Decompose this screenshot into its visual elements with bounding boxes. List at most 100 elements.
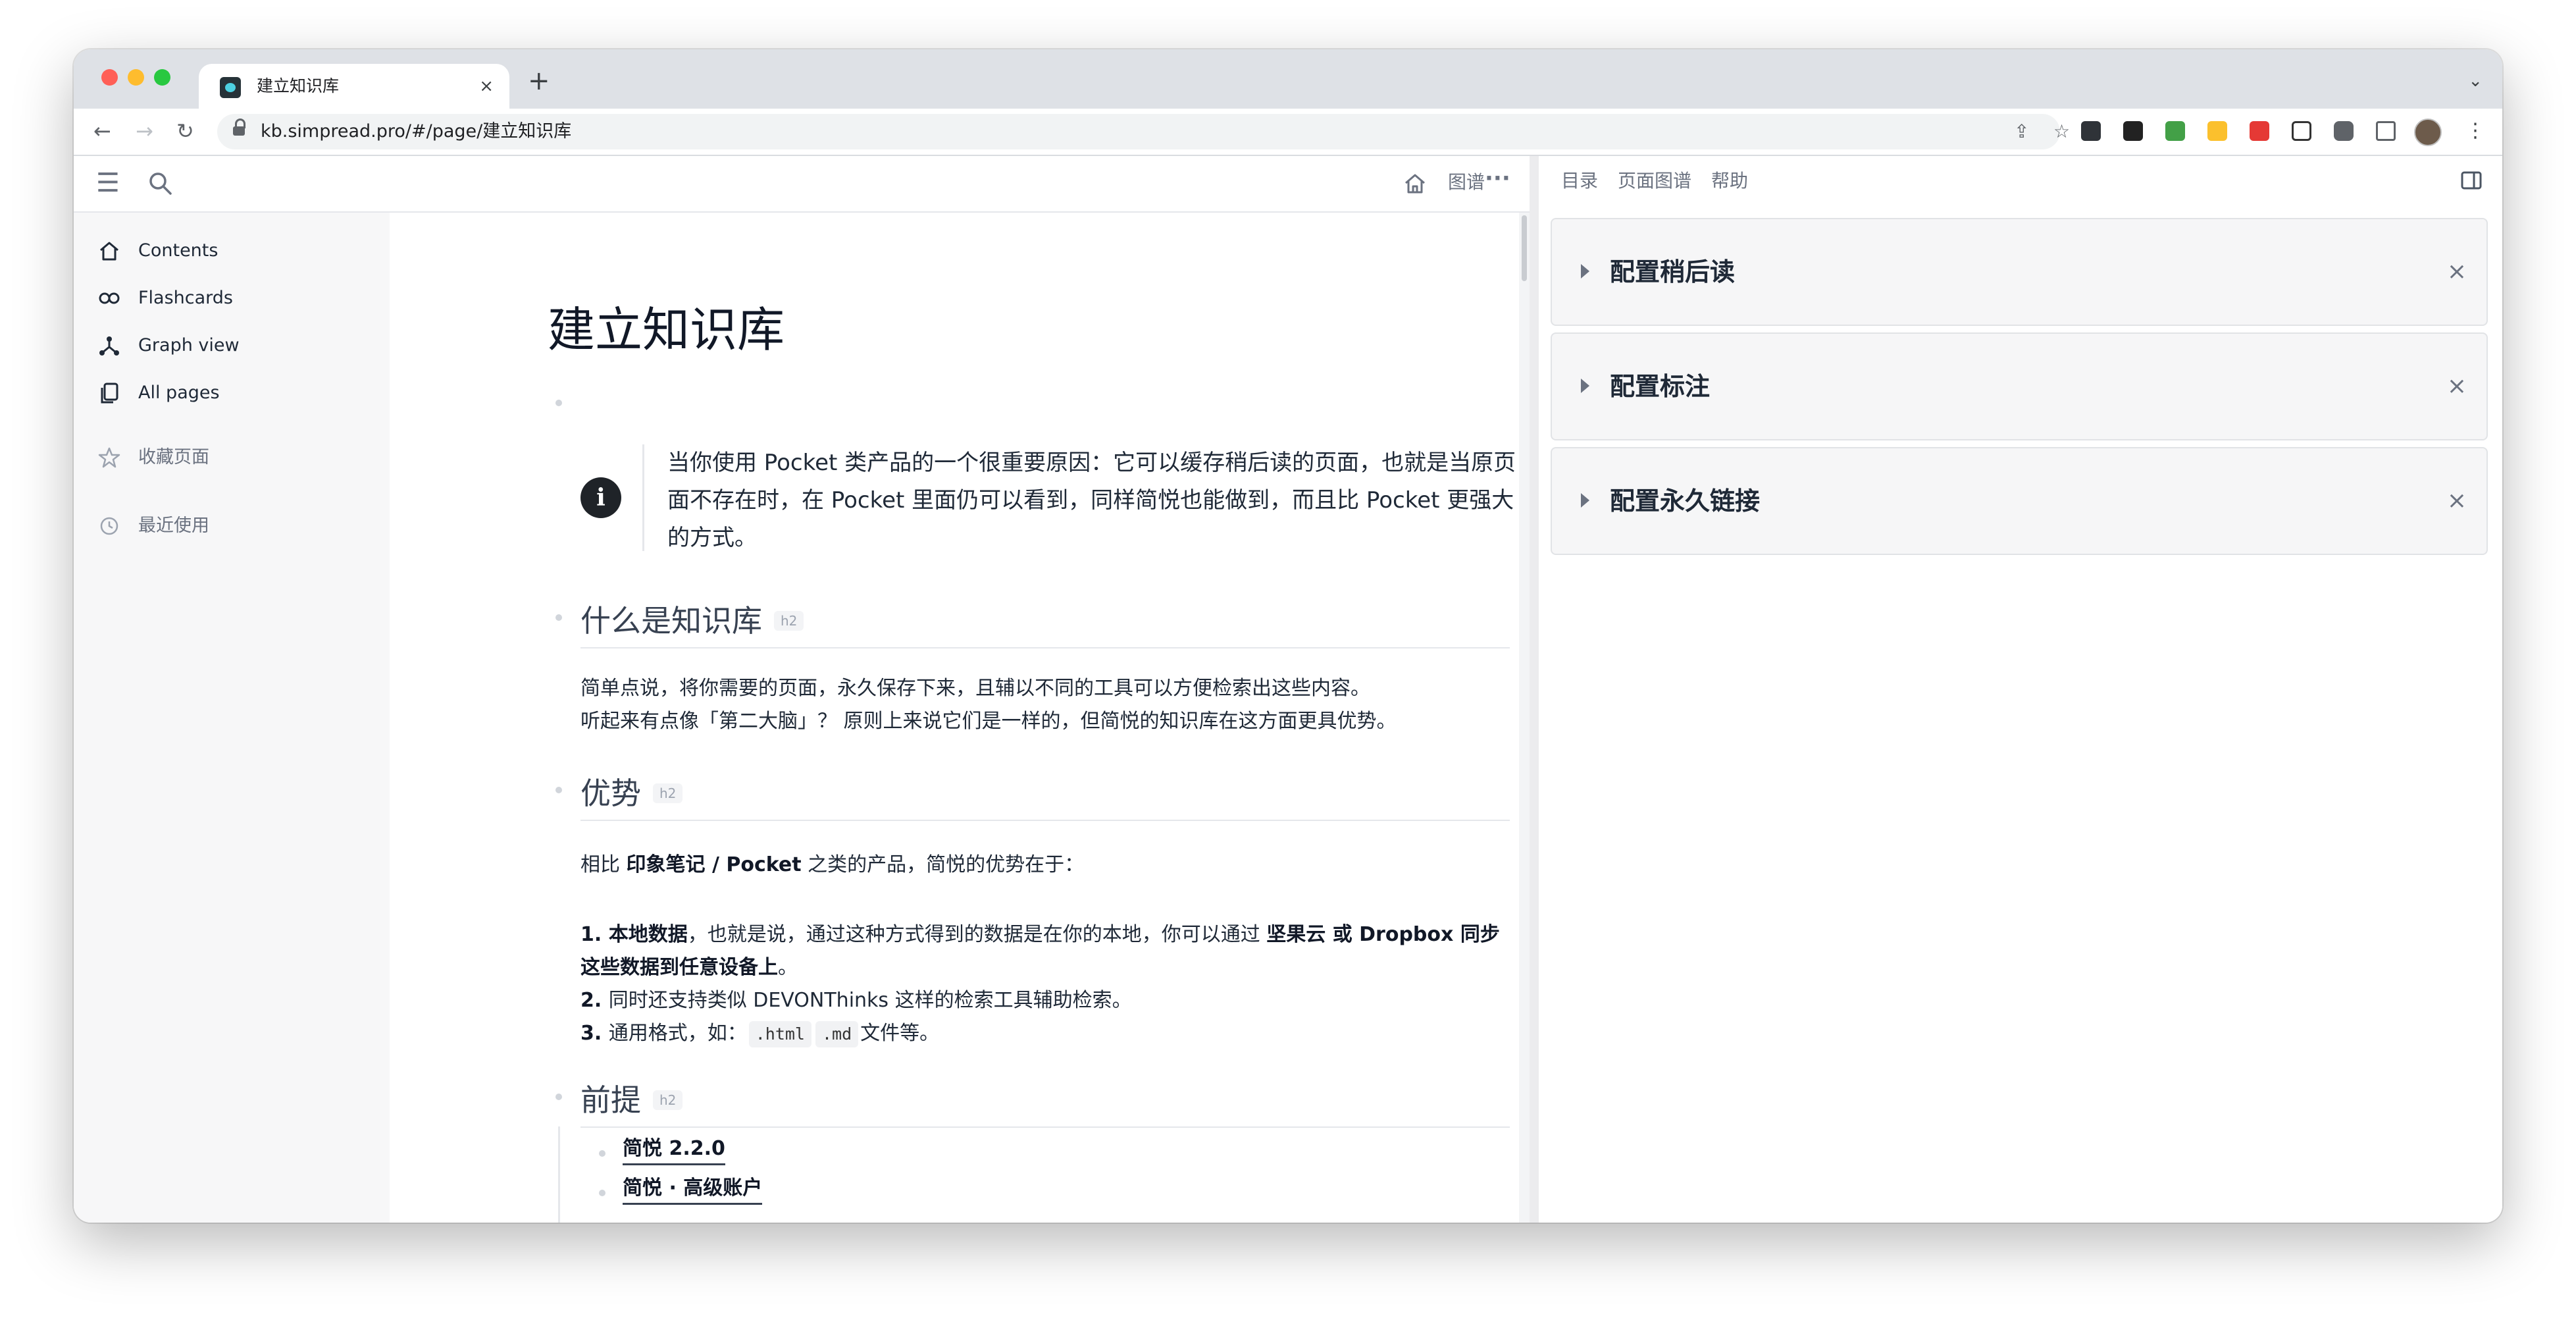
block-bullet[interactable] (555, 400, 562, 406)
more-options-icon[interactable]: ··· (1485, 165, 1510, 192)
home-icon[interactable] (1402, 171, 1428, 197)
heading-what-is-kb[interactable]: 什么是知识库 h2 (580, 601, 804, 641)
browser-tab[interactable]: 建立知识库 × (199, 64, 509, 109)
block-bullet[interactable] (555, 614, 562, 621)
profile-avatar[interactable] (2414, 119, 2442, 146)
graph-link[interactable]: 图谱 (1448, 169, 1485, 196)
page-title[interactable]: 建立知识库 (548, 298, 785, 361)
tab-toc[interactable]: 目录 (1561, 168, 1598, 194)
zoom-window-button[interactable] (154, 69, 170, 86)
reload-button[interactable]: ↻ (176, 117, 194, 145)
sidebar-item-graph-view[interactable]: Graph view (97, 327, 374, 364)
panel-title[interactable]: 配置稍后读 (1610, 253, 1735, 290)
extension-icon-6[interactable] (2292, 121, 2311, 141)
close-icon[interactable]: × (2447, 483, 2467, 519)
tab-help[interactable]: 帮助 (1711, 168, 1748, 194)
home-icon (100, 242, 118, 261)
advantage-item-3[interactable]: 3. 通用格式，如： .html .md 文件等。 (580, 1017, 1510, 1050)
close-icon[interactable]: × (2447, 368, 2467, 405)
pane-divider[interactable] (1530, 156, 1539, 1223)
inline-code: .html (748, 1021, 811, 1047)
text-span: ，也就是说，通过这种方式得到的数据是在你的本地，你可以通过 (687, 923, 1267, 946)
block-bullet[interactable] (599, 1190, 605, 1196)
extensions-puzzle-icon[interactable] (2334, 121, 2354, 141)
block-bullet[interactable] (555, 1094, 562, 1100)
panel-title[interactable]: 配置标注 (1610, 368, 1710, 405)
sidebar-item-label: All pages (138, 383, 220, 403)
section1-line1[interactable]: 简单点说，将你需要的页面，永久保存下来，且辅以不同的工具可以方便检索出这些内容。 (580, 672, 1510, 705)
sidebar-favorites[interactable]: 收藏页面 (97, 439, 374, 476)
toggle-sidebar-icon[interactable] (2460, 169, 2483, 192)
menu-icon[interactable]: ☰ (96, 167, 120, 199)
star-icon (98, 447, 120, 468)
tab-title: 建立知识库 (257, 76, 340, 95)
page-link[interactable]: 简悦 2.2.0 (623, 1134, 725, 1165)
history-icon (100, 517, 118, 535)
panel-read-later[interactable]: 配置稍后读 × (1551, 218, 2488, 326)
inline-code: .md (815, 1021, 859, 1047)
left-sidebar: Contents Flashcards Graph view All pages… (74, 213, 390, 1223)
heading-text: 优势 (580, 776, 641, 811)
list-guide-line (558, 1126, 560, 1223)
list-number: 3. (580, 1022, 609, 1045)
lock-icon (233, 119, 245, 137)
section1-line2[interactable]: 听起来有点像「第二大脑」？ 原则上来说它们是一样的，但简悦的知识库在这方面更具优… (580, 705, 1510, 738)
scrollbar-thumb[interactable] (1522, 215, 1527, 281)
page-link[interactable]: 简悦 · 高级账户 (623, 1174, 763, 1205)
tab-close-icon[interactable]: × (479, 73, 494, 99)
callout-text[interactable]: 当你使用 Pocket 类产品的一个很重要原因：它可以缓存稍后读的页面，也就是当… (667, 444, 1523, 557)
browser-toolbar: ← → ↻ kb.simpread.pro/#/page/建立知识库 ⇪ ☆ ⋮ (74, 109, 2502, 156)
heading-prerequisites[interactable]: 前提 h2 (580, 1080, 683, 1120)
bookmark-star-icon[interactable]: ☆ (2053, 119, 2070, 144)
tab-page-graph[interactable]: 页面图谱 (1618, 168, 1691, 194)
infinity-icon (99, 292, 120, 304)
sidebar-recent[interactable]: 最近使用 (97, 508, 374, 544)
side-panel-icon[interactable] (2376, 121, 2396, 141)
panel-title[interactable]: 配置永久链接 (1610, 483, 1760, 519)
tab-search-chevron-icon[interactable]: ⌄ (2468, 68, 2483, 94)
text-span: 相比 (580, 853, 627, 876)
extension-icon-4[interactable] (2207, 121, 2227, 141)
panel-permalink[interactable]: 配置永久链接 × (1551, 447, 2488, 555)
extension-icon-2[interactable] (2123, 121, 2143, 141)
address-bar[interactable]: kb.simpread.pro/#/page/建立知识库 ⇪ ☆ (217, 114, 2070, 149)
text-span: 通用格式，如： (608, 1022, 747, 1045)
tab-strip: 建立知识库 × + ⌄ (74, 49, 2502, 109)
heading-advantages[interactable]: 优势 h2 (580, 774, 683, 813)
list-number: 2. (580, 989, 609, 1012)
close-icon[interactable]: × (2447, 253, 2467, 290)
url-text[interactable]: kb.simpread.pro/#/page/建立知识库 (261, 119, 571, 144)
sidebar-item-all-pages[interactable]: All pages (97, 375, 374, 411)
new-tab-button[interactable]: + (528, 66, 550, 95)
advantage-item-1[interactable]: 1. 本地数据，也就是说，通过这种方式得到的数据是在你的本地，你可以通过 坚果云… (580, 918, 1510, 984)
back-button[interactable]: ← (93, 117, 111, 145)
block-bullet[interactable] (555, 787, 562, 793)
extension-icon-5[interactable] (2250, 121, 2269, 141)
h2-tag: h2 (774, 610, 804, 631)
forward-button[interactable]: → (136, 117, 153, 145)
expand-caret-icon[interactable] (1581, 264, 1589, 278)
graph-nodes-icon (99, 336, 119, 356)
simpread-favicon-icon (220, 77, 241, 98)
search-icon[interactable] (147, 171, 174, 197)
extension-icon-1[interactable] (2081, 121, 2101, 141)
expand-caret-icon[interactable] (1581, 379, 1589, 393)
browser-menu-icon[interactable]: ⋮ (2465, 119, 2485, 144)
sidebar-item-flashcards[interactable]: Flashcards (97, 280, 374, 317)
share-icon[interactable]: ⇪ (2014, 119, 2029, 144)
expand-caret-icon[interactable] (1581, 493, 1589, 508)
sidebar-item-label: Flashcards (138, 288, 233, 308)
heading-text: 前提 (580, 1082, 641, 1118)
extension-icon-3[interactable] (2165, 121, 2185, 141)
scrollbar-track[interactable] (1519, 213, 1530, 1223)
advantage-item-2[interactable]: 2. 同时还支持类似 DEVONThinks 这样的检索工具辅助检索。 (580, 984, 1510, 1017)
panel-annotations[interactable]: 配置标注 × (1551, 332, 2488, 440)
block-bullet[interactable] (599, 1150, 605, 1157)
close-window-button[interactable] (101, 69, 118, 86)
sidebar-item-contents[interactable]: Contents (97, 232, 374, 269)
page-content: 建立知识库 i 当你使用 Pocket 类产品的一个很重要原因：它可以缓存稍后读… (390, 213, 1530, 1223)
advantages-intro[interactable]: 相比 印象笔记 / Pocket 之类的产品，简悦的优势在于： (580, 849, 1510, 882)
pages-icon (101, 383, 118, 404)
sidebar-item-label: Graph view (138, 335, 240, 356)
minimize-window-button[interactable] (128, 69, 144, 86)
